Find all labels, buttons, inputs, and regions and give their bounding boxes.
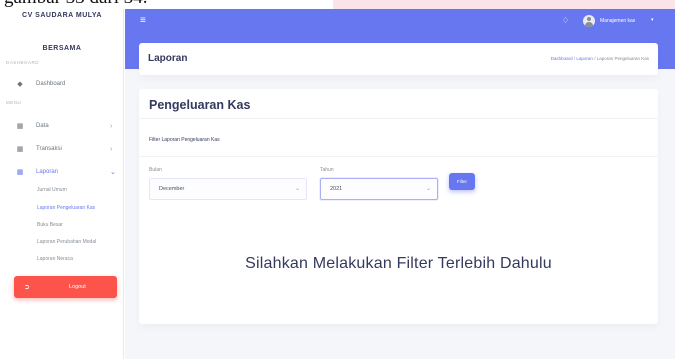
bell-icon[interactable]: ♢	[562, 16, 569, 25]
filter-button[interactable]: Filter	[449, 173, 475, 190]
section-header: Laporan Dashboard / Laporan / Laporan Pe…	[139, 43, 658, 75]
hamburger-menu-icon[interactable]: ≡	[140, 16, 146, 26]
avatar-head	[587, 17, 591, 21]
sidebar-subitem-laporan-pengeluaran-kas[interactable]: Laporan Pengeluaran Kas	[37, 205, 95, 211]
user-name[interactable]: Manajemen kas	[600, 18, 635, 24]
table-icon: ▦	[16, 146, 24, 153]
bulan-label: Bulan	[149, 167, 162, 173]
report-card: Pengeluaran Kas Filter Laporan Pengeluar…	[139, 89, 658, 324]
sidebar-item-label: Dashboard	[36, 81, 66, 87]
sidebar: CV SAUDARA MULYA BERSAMA DASHBOARD ◆ Das…	[0, 9, 124, 359]
menu-header-menu: MENU	[6, 100, 22, 105]
card-title: Pengeluaran Kas	[149, 98, 251, 112]
table-icon: ▦	[16, 123, 24, 130]
sidebar-subitem-laporan-neraca[interactable]: Laporan Neraca	[37, 256, 73, 262]
chevron-down-icon: ⌄	[110, 169, 116, 176]
breadcrumb-item-dashboard[interactable]: Dashboard	[551, 56, 573, 61]
sidebar-item-laporan[interactable]: ▦ Laporan ⌄	[0, 165, 124, 179]
divider	[139, 156, 658, 157]
chevron-right-icon: ›	[110, 145, 113, 153]
sidebar-item-label: Data	[36, 123, 49, 129]
sidebar-subitem-buku-besar[interactable]: Buku Besar	[37, 222, 63, 228]
brand-name-sub[interactable]: BERSAMA	[0, 45, 124, 52]
breadcrumb: Dashboard / Laporan / Laporan Pengeluara…	[551, 56, 649, 61]
tahun-select[interactable]: 2021 ⌄	[320, 178, 438, 200]
sidebar-item-data[interactable]: ▦ Data ›	[0, 119, 124, 133]
logout-label: Logout	[69, 284, 86, 290]
sidebar-subitem-jurnal-umum[interactable]: Jurnal Umum	[37, 187, 67, 193]
logout-icon: ➲	[24, 284, 30, 291]
avatar[interactable]	[583, 15, 595, 27]
chevron-down-icon: ⌄	[425, 186, 431, 192]
fire-icon: ◆	[17, 81, 23, 88]
sidebar-item-label: Laporan	[36, 169, 59, 175]
chevron-down-icon: ⌄	[294, 186, 300, 192]
filter-section-label: Filter Laporan Pengeluaran Kas	[149, 137, 220, 143]
brand-name[interactable]: CV SAUDARA MULYA	[0, 12, 124, 19]
breadcrumb-item-current: Laporan Pengeluaran Kas	[596, 56, 649, 61]
bulan-select[interactable]: December ⌄	[149, 178, 307, 200]
tahun-label: Tahun	[320, 167, 334, 173]
bulan-selected-value: December	[159, 186, 185, 192]
avatar-body	[585, 22, 593, 27]
caret-down-icon[interactable]: ▾	[651, 17, 654, 23]
chevron-right-icon: ›	[110, 122, 113, 130]
sidebar-subitem-laporan-perubahan-modal[interactable]: Laporan Perubahan Modal	[37, 239, 96, 245]
divider	[139, 118, 658, 119]
table-icon: ▦	[16, 169, 24, 176]
logout-button[interactable]: ➲ Logout	[14, 276, 117, 298]
breadcrumb-item-laporan[interactable]: Laporan	[576, 56, 593, 61]
tahun-selected-value: 2021	[330, 186, 343, 192]
sidebar-item-transaksi[interactable]: ▦ Transaksi ›	[0, 142, 124, 156]
page-title: Laporan	[148, 53, 188, 64]
sidebar-item-dashboard[interactable]: ◆ Dashboard	[0, 77, 124, 91]
empty-state-message: Silahkan Melakukan Filter Terlebih Dahul…	[245, 255, 552, 272]
sidebar-item-label: Transaksi	[36, 146, 62, 152]
menu-header-dashboard: DASHBOARD	[6, 60, 40, 65]
